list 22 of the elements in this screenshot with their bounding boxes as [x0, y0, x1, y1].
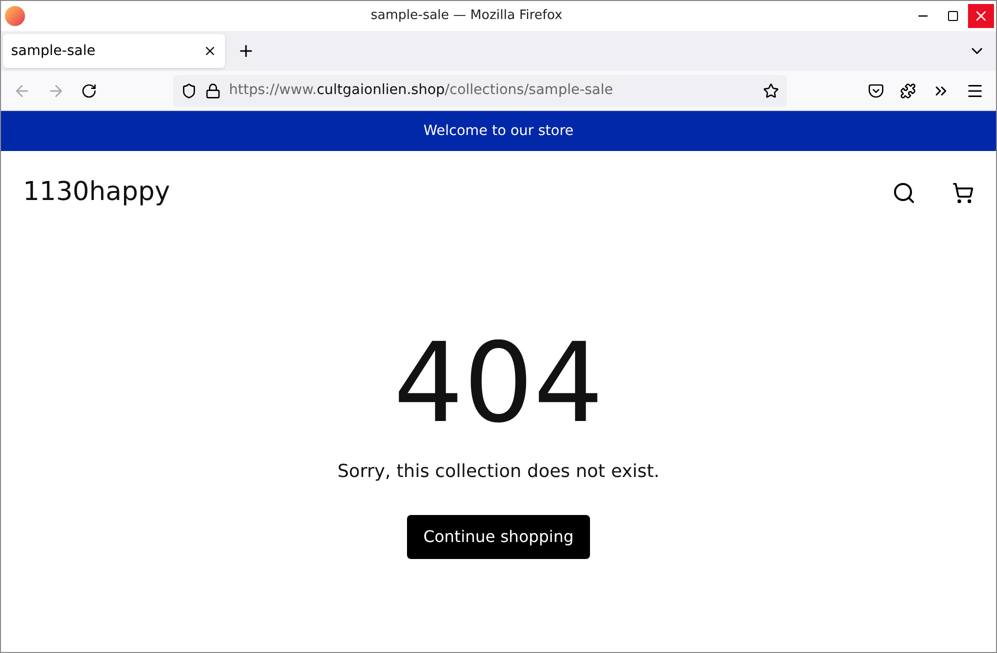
new-tab-icon[interactable]	[237, 42, 255, 60]
close-icon[interactable]	[203, 44, 217, 58]
window-title: sample-sale — Mozilla Firefox	[370, 7, 564, 26]
lock-icon[interactable]	[205, 82, 221, 98]
browser-logo-icon	[5, 6, 25, 26]
store-logo[interactable]: 1130happy	[23, 173, 892, 212]
pocket-icon[interactable]	[868, 82, 884, 98]
maximize-icon[interactable]	[947, 10, 959, 22]
url-text: https://www.cultgaionlien.shop/collections/sample-sale	[229, 81, 614, 100]
browser-tab[interactable]: sample-sale	[3, 34, 225, 68]
error-code: 404	[394, 328, 604, 438]
continue-shopping-button[interactable]: Continue shopping	[407, 515, 590, 559]
cart-icon[interactable]	[952, 182, 974, 204]
shield-icon[interactable]	[181, 82, 197, 98]
announcement-text: Welcome to our store	[423, 122, 574, 140]
reload-icon[interactable]	[81, 82, 97, 98]
search-icon[interactable]	[892, 180, 916, 204]
extensions-icon[interactable]	[900, 82, 916, 98]
error-message: Sorry, this collection does not exist.	[337, 460, 660, 484]
bookmark-star-icon[interactable]	[763, 82, 779, 98]
close-button[interactable]	[968, 4, 994, 28]
address-bar[interactable]: https://www.cultgaionlien.shop/collections/sample-sale	[173, 74, 787, 106]
